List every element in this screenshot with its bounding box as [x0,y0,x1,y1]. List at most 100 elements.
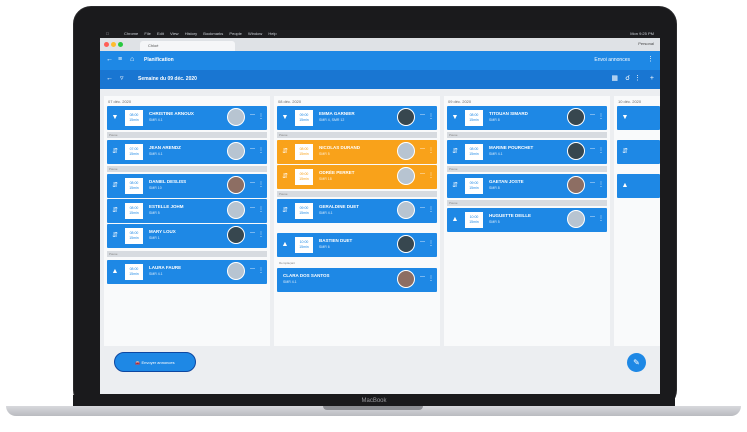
close-window-icon[interactable] [104,42,109,47]
time-box: 10:00 15min [465,212,483,228]
avatar [227,176,245,194]
more-icon[interactable]: ⋮ [258,229,264,241]
appointment-card[interactable]: ⇵ 08:00 15min ESTELLE JOHM SMR 5 — ⋮ [107,199,267,223]
chevron-up-icon[interactable]: ▲ [617,174,633,198]
menu-history[interactable]: History [185,31,197,36]
appointment-card[interactable]: ⇵ 08:00 15min MARINE POURCHET SMR 4.1 — ⋮ [447,140,607,164]
week-bar: ← ▿ Semaine du 09 déc. 2020 ▦ ☌ ⋮ + [100,70,660,89]
chevron-down-icon[interactable]: ▼ [277,106,293,130]
chevron-updown-icon[interactable]: ⇵ [277,199,293,223]
more-icon[interactable]: ⋮ [428,273,434,285]
menu-help[interactable]: Help [268,31,276,36]
minimize-window-icon[interactable] [111,42,116,47]
duration: 15min [299,177,309,181]
search-icon[interactable]: ☌ [625,75,630,83]
chevron-down-icon[interactable]: ▼ [107,106,123,130]
unit-label: SMR 5 [319,152,330,156]
zoom-window-icon[interactable] [118,42,123,47]
chevron-updown-icon[interactable]: ⇵ [277,165,293,189]
patient-name: ESTELLE JOHM [149,204,184,209]
chevron-updown-icon[interactable]: ⇵ [107,224,123,248]
patient-name: TITOUAN SIMARD [489,111,528,116]
menu-edit[interactable]: Edit [157,31,164,36]
chevron-updown-icon[interactable]: ⇵ [107,199,123,223]
menu-file[interactable]: File [144,31,150,36]
appointment-card[interactable]: ⇵ 08:00 15min DANIEL DESLISS SMR 10 — ⋮ [107,174,267,198]
browser-tab[interactable]: Chloé [140,41,235,51]
chevron-updown-icon[interactable]: ⇵ [617,140,633,164]
send-announcements-button[interactable]: 🚘 Envoyer annonces [114,352,196,372]
chevron-updown-icon[interactable]: ⇵ [277,140,293,164]
chevron-down-icon[interactable]: ▼ [617,106,633,130]
duration: 15min [129,211,139,215]
more-icon[interactable]: ⋮ [428,145,434,157]
chevron-up-icon[interactable]: ▲ [107,260,123,284]
chevron-updown-icon[interactable]: ⇵ [107,174,123,198]
menu-view[interactable]: View [170,31,179,36]
back-icon[interactable]: ← [106,56,113,64]
more-icon[interactable]: ⋮ [258,145,264,157]
appointment-card[interactable]: ⇵ 09:00 15min ODRÉE PERRET SMR 18 — ⋮ [277,165,437,189]
appointment-card[interactable]: ⇵ 08:00 15min NICOLAS DURAND SMR 5 — ⋮ [277,140,437,164]
chevron-updown-icon[interactable]: ⇵ [447,174,463,198]
appointment-card[interactable]: ▲ 10:00 15min HUGUETTE DEILLE SMR 5 — ⋮ [447,208,607,232]
more-icon[interactable]: ⋮ [428,238,434,250]
more-icon[interactable]: ⋮ [598,111,604,123]
appointment-card[interactable]: ▲ 10:00 15min BASTIEN DUET SMR 6 — ⋮ [277,233,437,257]
unit-label: SMR 18 [319,177,332,181]
more-icon[interactable]: ⋮ [647,56,654,64]
more-icon[interactable]: ⋮ [428,204,434,216]
appointment-card[interactable]: CLARA DOS SANTOS SMR 4.1 — ⋮ [277,268,437,292]
appointment-card[interactable]: ▲ 08:00 15min LAURA FAURE SMR 4.1 — ⋮ [107,260,267,284]
envoi-annonces-link[interactable]: Envoi annonces [594,57,630,63]
filter-icon[interactable]: ▿ [120,75,124,83]
more-icon[interactable]: ⋮ [598,213,604,225]
appointment-card[interactable]: ⇵ 09:00 15min GERALDINE DUET SMR 4.1 — ⋮ [277,199,437,223]
more-icon[interactable]: ⋮ [634,75,641,83]
appointment-card[interactable]: ⇵ 07:00 15min JEAN ARENDZ SMR 4.1 — ⋮ [107,140,267,164]
back-icon[interactable]: ← [106,75,113,83]
menu-app[interactable]: Chrome [124,31,138,36]
more-icon[interactable]: ⋮ [258,204,264,216]
dash-icon: — [250,146,255,152]
appointment-card[interactable]: ⇵ [617,140,660,164]
chevron-up-icon[interactable]: ▲ [277,233,293,257]
more-icon[interactable]: ⋮ [258,265,264,277]
patient-name: LAURA FAURE [149,265,182,270]
more-icon[interactable]: ⋮ [258,179,264,191]
appointment-card[interactable]: ▲ [617,174,660,198]
patient-name: EMMA GARNIER [319,111,355,116]
appointment-card[interactable]: ▼ 08:00 15min CHRISTINE ARNOUX SMR 4.1 — … [107,106,267,130]
unit-label: SMR 4, SMR 12 [319,118,345,122]
dash-icon: — [590,146,595,152]
edit-button[interactable]: ✎ [627,353,646,372]
appointment-card[interactable]: ⇵ 09:00 15min GAETAN JOSTE SMR 8 — ⋮ [447,174,607,198]
more-icon[interactable]: ⋮ [428,170,434,182]
menu-icon[interactable]: ≡ [118,56,122,64]
more-icon[interactable]: ⋮ [258,111,264,123]
menu-window[interactable]: Window [248,31,262,36]
add-icon[interactable]: + [650,75,654,83]
appointment-card[interactable]: ⇵ 08:00 15min MARY LOUX SMR 1 — ⋮ [107,224,267,248]
apple-icon[interactable]:  [106,30,109,38]
appointment-card[interactable]: ▼ 09:00 15min EMMA GARNIER SMR 4, SMR 12 … [277,106,437,130]
more-icon[interactable]: ⋮ [598,145,604,157]
chevron-up-icon[interactable]: ▲ [447,208,463,232]
chevron-down-icon[interactable]: ▼ [447,106,463,130]
menu-people[interactable]: People [229,31,241,36]
unit-label: SMR 4.1 [149,118,163,122]
day-date: 08 déc. 2020 [278,99,302,104]
appointment-card[interactable]: ▼ [617,106,660,130]
chevron-updown-icon[interactable]: ⇵ [107,140,123,164]
appointment-card[interactable]: ▼ 08:00 15min TITOUAN SIMARD SMR 8 — ⋮ [447,106,607,130]
pause-separator: Pause [447,200,607,206]
browser-profile[interactable]: Personal [638,40,654,48]
menu-bookmarks[interactable]: Bookmarks [203,31,223,36]
more-icon[interactable]: ⋮ [428,111,434,123]
more-icon[interactable]: ⋮ [598,179,604,191]
calendar-icon[interactable]: ▦ [611,75,618,83]
avatar [567,176,585,194]
home-icon[interactable]: ⌂ [130,56,134,64]
chevron-updown-icon[interactable]: ⇵ [447,140,463,164]
duration: 15min [129,152,139,156]
